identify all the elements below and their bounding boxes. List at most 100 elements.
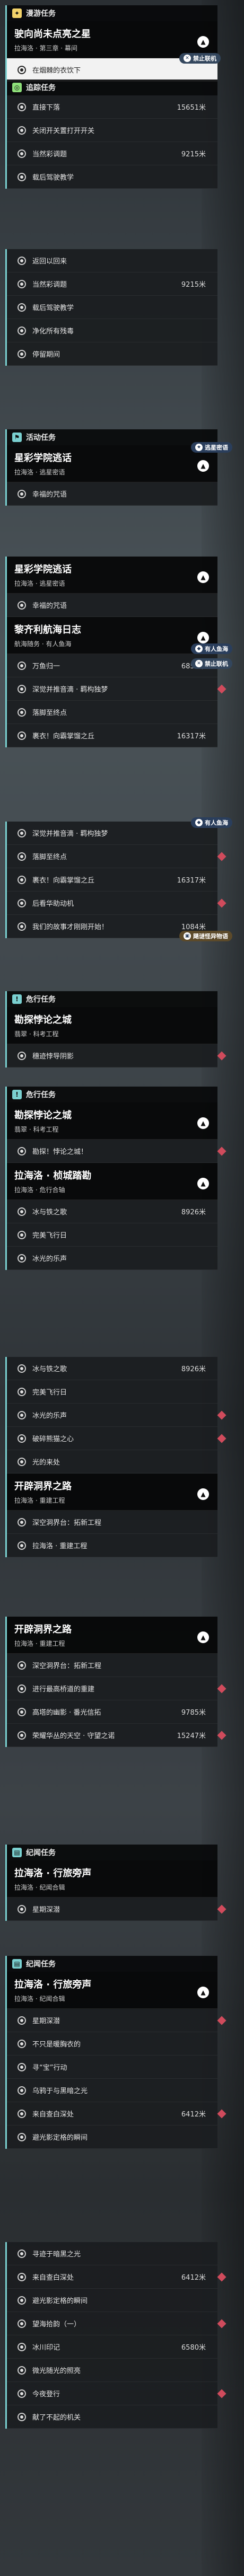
quest-step-label: 来自查白深处	[32, 2111, 74, 2119]
quest-card[interactable]: 拉海洛 · 行旅旁声 拉海洛 · 纪闻合辑 ▲	[7, 1972, 217, 2009]
quest-step-row[interactable]: 来自查白深处 6412米	[7, 2102, 226, 2125]
quest-step-row[interactable]: 载后驾驶教学	[7, 296, 217, 319]
quest-step-row[interactable]: 后看华助动机	[7, 892, 226, 915]
quest-step-label: 冰光的乐声	[32, 1255, 67, 1263]
step-dot-icon	[18, 2366, 26, 2375]
target-icon	[18, 65, 26, 74]
quest-section-chronicle-2: ▤ 纪闻任务 拉海洛 · 行旅旁声 拉海洛 · 纪闻合辑 ▲ 星期深潜 不只是暖…	[5, 1956, 226, 2149]
quest-step-row[interactable]: 荣耀华丛的天空 · 守望之诺 15247米	[7, 1724, 226, 1747]
distance-label: 15651米	[177, 104, 206, 112]
chevron-up-icon[interactable]: ▲	[197, 1117, 209, 1129]
step-dot-icon	[18, 922, 26, 931]
quest-step-row[interactable]: 万鱼归一6857米✕禁止联机	[7, 654, 232, 677]
quest-step-row[interactable]: 落脚至终点	[7, 845, 226, 868]
quest-step-row[interactable]: 寻“宝”行动	[7, 2055, 217, 2079]
quest-step-row[interactable]: 拉海洛 · 重建工程	[7, 1534, 217, 1557]
quest-step-row[interactable]: 深觉并推音滴 · 羁构独梦 ◆ 有人鱼海	[7, 817, 232, 845]
quest-card[interactable]: 星彩学院逃话 拉海洛 · 逃星密语 ▲ ★ 逃星密语	[7, 442, 232, 482]
quest-step-row[interactable]: 高塔的幽影 · 番光信拓 9785米	[7, 1700, 217, 1724]
quest-step-row[interactable]: 幸福的咒语	[7, 482, 217, 506]
quest-step-row[interactable]: 我们的故事才刚刚开始！ 1084米 ▣ 飓谜怪异物语	[7, 915, 232, 941]
quest-step-label: 寻“宝”行动	[32, 2064, 67, 2072]
quest-step-row[interactable]: 深觉并推音滴 · 羁构独梦	[7, 677, 226, 701]
chevron-up-icon[interactable]: ▲	[197, 1488, 209, 1500]
step-dot-icon	[18, 2062, 26, 2071]
quest-card[interactable]: 开辟洞界之路 拉海洛 · 重建工程 ▲	[7, 1617, 217, 1654]
quest-step-row[interactable]: 望海拾韵（一）	[7, 2312, 226, 2335]
chevron-up-icon[interactable]: ▲	[197, 36, 209, 48]
distance-label: 16317米	[177, 877, 206, 885]
quest-step-row[interactable]: 光的来处	[7, 1450, 217, 1474]
target-icon: ◎	[12, 83, 22, 92]
quest-step-row[interactable]: 今夜登行	[7, 2382, 226, 2405]
quest-step-row[interactable]: 当然彩调题 9215米	[7, 272, 217, 296]
quest-step-row[interactable]: 深空洞界台：拓新工程	[7, 1511, 217, 1534]
step-dot-icon	[18, 279, 26, 288]
quest-step-row[interactable]: 冰与铁之歌 8926米	[7, 1200, 217, 1223]
quest-step-row[interactable]: 星期深潜	[7, 1898, 226, 1921]
quest-subtitle: 拉海洛 · 第三章 · 幕间	[14, 45, 77, 52]
quest-step-row[interactable]: 寻迹于暗黑之光	[7, 2242, 217, 2265]
quest-step-row[interactable]: 进行最高桥道的重建	[7, 1677, 226, 1700]
step-dot-icon	[18, 2389, 26, 2398]
quest-step-row[interactable]: 避光影定格的瞬间	[7, 2125, 217, 2149]
quest-step-row[interactable]: 载后驾驶教学	[7, 165, 217, 189]
quest-step-row[interactable]: 落脚至终点	[7, 701, 217, 724]
step-dot-icon	[18, 1230, 26, 1239]
quest-step-row[interactable]: 勘探！悖论之城！	[7, 1140, 226, 1163]
quest-title: 拉海洛 · 行旅旁声	[14, 1979, 92, 1990]
quest-step-row[interactable]: 幸福的咒语	[7, 594, 217, 617]
quest-card[interactable]: 星彩学院逃话 拉海洛 · 逃星密语 ▲	[7, 557, 217, 594]
quest-card[interactable]: 开辟洞界之路 拉海洛 · 重建工程 ▲	[7, 1474, 217, 1511]
quest-step-row[interactable]: 微光随光的照亮	[7, 2359, 217, 2382]
quest-step-row[interactable]: 献了不起的机关	[7, 2405, 217, 2429]
quest-step-row[interactable]: 深空洞界台：拓新工程	[7, 1654, 217, 1677]
quest-step-row[interactable]: 破碎熊猫之心	[7, 1427, 226, 1450]
quest-card[interactable]: 勘探悖论之城 翡翠 · 科考工程 ▲	[7, 1102, 217, 1140]
quest-step-row[interactable]: 穗迹悖导阴影	[7, 1044, 226, 1068]
multiplayer-tag: ✕ 禁止联机	[191, 658, 232, 669]
quest-step-row[interactable]: 直接下落 15651米	[7, 95, 217, 119]
quest-step-row[interactable]: 来自查白深处 6412米	[7, 2265, 226, 2289]
quest-step-row[interactable]: 裹衣！向霸掌馏之丘 16317米	[7, 724, 217, 747]
chevron-up-icon[interactable]: ▲	[197, 1987, 209, 1998]
quest-title: 勘探悖论之城	[14, 1014, 72, 1026]
quest-step-row[interactable]: 返回以回来	[7, 249, 217, 272]
quest-step-row[interactable]: 完美飞行日	[7, 1223, 217, 1247]
chevron-up-icon[interactable]: ▲	[197, 571, 209, 583]
chevron-up-icon[interactable]: ▲	[197, 632, 209, 643]
chevron-up-icon[interactable]: ▲	[197, 1178, 209, 1189]
step-dot-icon	[18, 326, 26, 335]
quest-step-row[interactable]: 冰与铁之歌 8926米	[7, 1357, 217, 1380]
quest-step-row[interactable]: 避光影定格的瞬间	[7, 2289, 217, 2312]
quest-step-row[interactable]: 乌鸦于与黑暗之光	[7, 2079, 217, 2102]
section-title: 危行任务	[26, 1091, 56, 1099]
quest-card[interactable]: 勘探悖论之城 翡翠 · 科考工程	[7, 1007, 217, 1044]
quest-step-row[interactable]: 在烟棘的衣饮下 ✕ 禁止联机	[7, 53, 221, 82]
quest-card[interactable]: 拉海洛 · 行旅旁声 拉海洛 · 纪闻合辑	[7, 1860, 217, 1898]
chevron-up-icon[interactable]: ▲	[197, 1631, 209, 1643]
chevron-up-icon[interactable]: ▲	[197, 460, 209, 472]
quest-step-row[interactable]: 不只是暖胸衣的	[7, 2032, 217, 2055]
quest-step-row[interactable]: 星期深潜	[7, 2009, 226, 2032]
quest-step-row[interactable]: 完美飞行日	[7, 1380, 217, 1404]
quest-step-label: 冰川印记	[32, 2344, 60, 2352]
quest-card[interactable]: 拉海洛 · 桢城踏勘 拉海洛 · 危行合轴 ▲	[7, 1163, 217, 1200]
quest-step-row[interactable]: 冰光的乐声	[7, 1247, 217, 1270]
quest-step-row[interactable]: 冰川印记 6580米	[7, 2335, 217, 2359]
quest-section-chronicle-continued: 寻迹于暗黑之光 来自查白深处 6412米 避光影定格的瞬间 望海拾韵（一） 冰川印…	[5, 2242, 226, 2429]
quest-card[interactable]: 黎齐利航海日志 航海随务 · 有人鱼海 ▲ ◆ 有人鱼海	[7, 617, 232, 654]
tag-label: 逃星密语	[205, 444, 228, 451]
quest-title: 拉海洛 · 桢城踏勘	[14, 1170, 92, 1181]
star-icon: ★	[195, 444, 203, 451]
quest-step-row[interactable]: 净化所有残毒	[7, 319, 217, 342]
section-title: 追踪任务	[26, 84, 56, 92]
flag-icon: ⚑	[12, 433, 22, 442]
quest-step-row[interactable]: 关闭开关置打开开关	[7, 119, 217, 142]
quest-step-row[interactable]: 裹衣！向霸掌馏之丘 16317米	[7, 868, 217, 892]
quest-subtitle: 拉海洛 · 逃星密语	[14, 580, 65, 587]
quest-step-row[interactable]: 冰光的乐声	[7, 1404, 226, 1427]
quest-step-row[interactable]: 当然彩调题 9215米	[7, 142, 217, 165]
quest-step-label: 完美飞行日	[32, 1232, 67, 1240]
quest-step-row[interactable]: 停留期间	[7, 342, 217, 366]
